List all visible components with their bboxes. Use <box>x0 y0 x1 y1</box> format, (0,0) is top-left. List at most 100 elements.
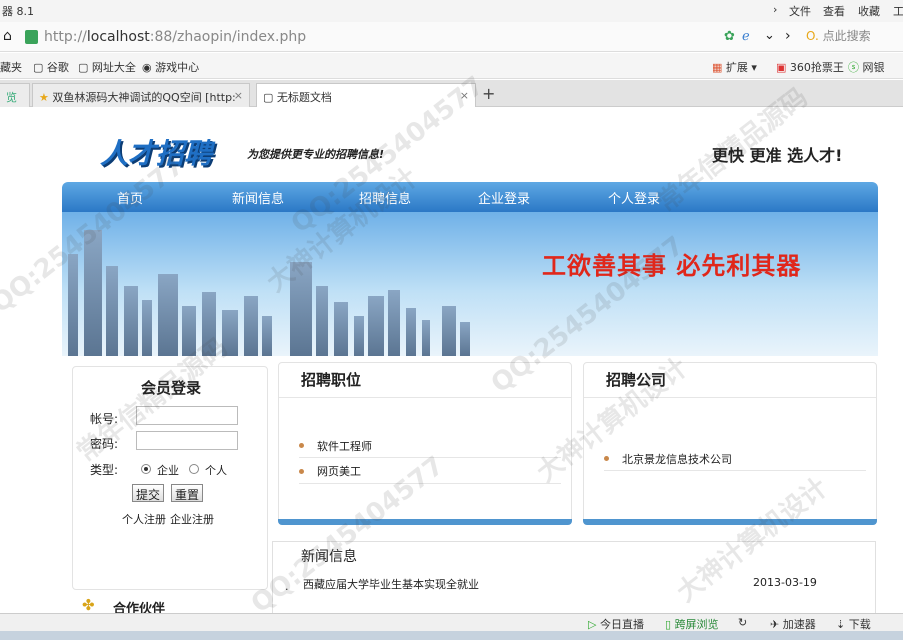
bullet-icon <box>604 456 609 461</box>
tab-untitled[interactable]: ▢ 无标题文档 × <box>256 83 476 107</box>
gamepad-icon: ◉ <box>142 61 152 74</box>
submit-button[interactable]: 提交 <box>132 484 164 502</box>
site-slogan: 更快 更准 选人才! <box>712 146 843 165</box>
close-icon[interactable]: × <box>460 89 469 102</box>
banner: 工欲善其事 必先利其器 <box>62 212 878 356</box>
main-nav: 首页 新闻信息 招聘信息 企业登录 个人登录 <box>62 182 878 212</box>
tab-bar: 览 ★ 双鱼林源码大神调试的QQ空间 [http: × ▢ 无标题文档 × + <box>0 80 903 107</box>
home-icon[interactable]: ⌂ <box>3 28 12 44</box>
forward-icon[interactable]: › <box>785 28 791 44</box>
bank-label: 网银 <box>862 61 885 74</box>
nav-company-login[interactable]: 企业登录 <box>478 188 530 207</box>
close-icon[interactable]: × <box>234 89 243 102</box>
page-icon: ▢ <box>263 91 274 104</box>
site-logo: 人才招聘 <box>100 137 213 170</box>
companies-title: 招聘公司 <box>606 371 667 389</box>
url-prefix: http:// <box>44 29 87 45</box>
news-section: 新闻信息 . 西藏应届大学毕业生基本实现全就业 2013-03-19 <box>272 541 876 613</box>
nav-news[interactable]: 新闻信息 <box>232 188 284 207</box>
fav-label: 游戏中心 <box>155 61 200 74</box>
ticket-button[interactable]: ▣ 360抢票王 <box>776 59 844 75</box>
menu-tools-partial[interactable]: 工 <box>893 3 903 19</box>
account-input[interactable] <box>136 406 238 425</box>
jobs-box: 招聘职位 软件工程师 网页美工 <box>278 362 572 525</box>
ie-icon[interactable]: ℯ <box>742 29 750 44</box>
chevron-down-icon[interactable]: ⌄ <box>764 28 775 43</box>
nav-jobs[interactable]: 招聘信息 <box>359 188 411 207</box>
companies-box: 招聘公司 北京景龙信息技术公司 <box>583 362 877 525</box>
web-page: 人才招聘 为您提供更专业的招聘信息! 更快 更准 选人才! 首页 新闻信息 招聘… <box>0 108 903 613</box>
url-path: :88/zhaopin/index.php <box>149 29 307 45</box>
partner-title: 合作伙伴 <box>113 602 166 613</box>
radio-company[interactable] <box>141 464 151 474</box>
status-label: 加速器 <box>782 618 816 631</box>
url-field[interactable]: http://localhost:88/zhaopin/index.php <box>44 27 714 49</box>
download-icon: ⇣ <box>836 618 846 631</box>
job-link-0[interactable]: 软件工程师 <box>317 438 372 454</box>
download-button[interactable]: ⇣ 下载 <box>836 616 871 632</box>
fav-item-google[interactable]: ▢ 谷歌 <box>33 59 69 75</box>
bullet-icon <box>299 443 304 448</box>
bank-button[interactable]: ⓢ 网银 <box>848 59 885 75</box>
company-register-link[interactable]: 企业注册 <box>170 511 214 527</box>
password-input[interactable] <box>136 431 238 450</box>
news-link-0[interactable]: 西藏应届大学毕业生基本实现全就业 <box>303 576 479 592</box>
fav-label: 网址大全 <box>91 61 136 74</box>
personal-register-link[interactable]: 个人注册 <box>122 511 166 527</box>
search-box[interactable]: O. 点此搜索 <box>806 27 903 47</box>
job-link-1[interactable]: 网页美工 <box>317 463 361 479</box>
news-date-0: 2013-03-19 <box>753 576 817 589</box>
tab-qq-space[interactable]: ★ 双鱼林源码大神调试的QQ空间 [http: × <box>32 83 250 107</box>
cross-screen-button[interactable]: ▯ 跨屏浏览 <box>665 616 719 632</box>
url-host: localhost <box>86 29 150 45</box>
menu-view[interactable]: 查看 <box>823 3 845 19</box>
radio-person[interactable] <box>189 464 199 474</box>
fav-label: 谷歌 <box>46 61 69 74</box>
member-login-panel: 会员登录 帐号: 密码: 类型: 企业 个人 提交 重置 个人注册 企业注册 <box>72 366 268 590</box>
handshake-icon: ✤ <box>82 596 95 613</box>
ext-label: 扩展 <box>725 61 748 74</box>
tab-label: 览 <box>6 91 17 104</box>
news-title: 新闻信息 <box>301 549 357 565</box>
address-bar-row: ⌂ http://localhost:88/zhaopin/index.php … <box>0 22 903 52</box>
nav-home[interactable]: 首页 <box>117 188 143 207</box>
history-icon[interactable]: ↻ <box>738 616 747 629</box>
tab-label: 双鱼林源码大神调试的QQ空间 [http: <box>52 91 236 104</box>
favorites-bar: 藏夹 ▢ 谷歌 ▢ 网址大全 ◉ 游戏中心 ▦ 扩展 ▾ ▣ 360抢票王 ⓢ … <box>0 53 903 79</box>
rocket-icon: ✈ <box>770 618 780 631</box>
banner-slogan: 工欲善其事 必先利其器 <box>542 252 802 280</box>
partner-section: ✤ 合作伙伴 <box>72 592 268 613</box>
type-label: 类型: <box>90 463 119 477</box>
bullet-icon <box>299 469 304 474</box>
star-icon: ★ <box>39 91 49 104</box>
reset-button[interactable]: 重置 <box>171 484 203 502</box>
status-label: 今日直播 <box>599 618 644 631</box>
window-title: 器 8.1 <box>2 5 34 18</box>
fav-item-collection[interactable]: 藏夹 <box>0 59 22 75</box>
taskbar <box>0 631 903 640</box>
accelerator-button[interactable]: ✈ 加速器 <box>770 616 816 632</box>
tab-browse[interactable]: 览 <box>0 83 30 107</box>
nav-personal-login[interactable]: 个人登录 <box>608 188 660 207</box>
ticket-icon: ▣ <box>776 61 787 74</box>
radio-company-label: 企业 <box>157 464 179 477</box>
company-link-0[interactable]: 北京景龙信息技术公司 <box>622 451 732 467</box>
search-placeholder: 点此搜索 <box>822 29 871 43</box>
menu-file[interactable]: 文件 <box>789 3 811 19</box>
status-bar: ▷ 今日直播 ▯ 跨屏浏览 ↻ ✈ 加速器 ⇣ 下载 <box>0 613 903 631</box>
search-icon: O. <box>806 29 819 43</box>
live-button[interactable]: ▷ 今日直播 <box>588 616 644 632</box>
phone-icon: ▯ <box>665 618 672 631</box>
fav-item-games[interactable]: ◉ 游戏中心 <box>142 59 199 75</box>
refresh-icon[interactable]: ✿ <box>724 29 735 44</box>
status-label: 跨屏浏览 <box>674 618 719 631</box>
new-tab-icon[interactable]: + <box>482 84 495 103</box>
chevron-right-icon[interactable]: › <box>773 3 777 16</box>
account-label: 帐号: <box>90 412 119 426</box>
extensions-button[interactable]: ▦ 扩展 ▾ <box>712 59 757 75</box>
page-icon: ▢ <box>78 61 89 74</box>
menu-favorites[interactable]: 收藏 <box>858 3 880 19</box>
fav-item-sites[interactable]: ▢ 网址大全 <box>78 59 136 75</box>
window-title-bar: 器 8.1 › 文件 查看 收藏 工 <box>0 0 903 22</box>
radio-person-label: 个人 <box>205 464 227 477</box>
